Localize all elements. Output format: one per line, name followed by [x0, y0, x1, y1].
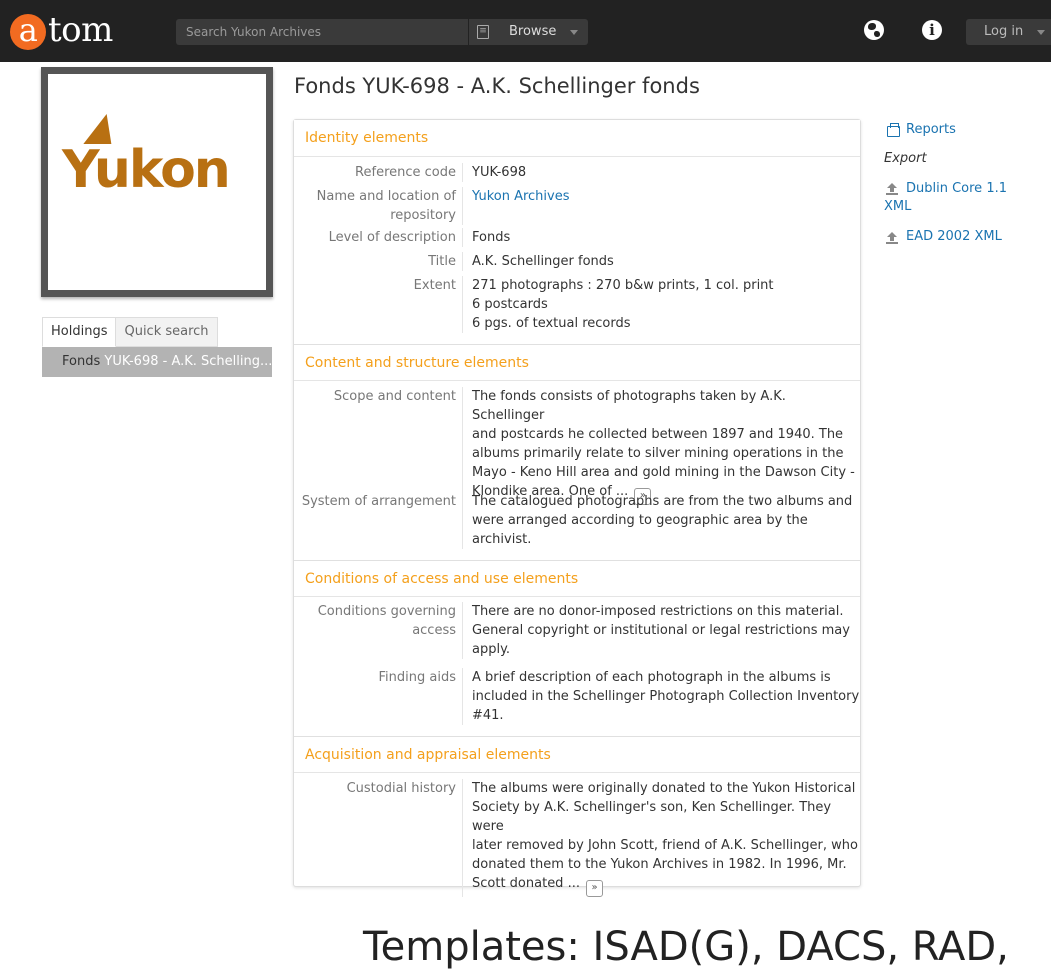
field-value: Yukon Archives: [462, 187, 570, 225]
export-heading: Export: [884, 151, 927, 166]
browse-label: Browse: [509, 24, 557, 39]
custodial-line: The albums were originally donated to th…: [472, 781, 856, 796]
access-line: There are no donor-imposed restrictions …: [472, 604, 844, 619]
custodial-line-last: Scott donated ... »: [472, 874, 860, 897]
atom-logo-text: tom: [48, 10, 113, 50]
custodial-line: Scott donated ...: [472, 876, 580, 891]
export-dublin-core-link[interactable]: Dublin Core 1.1: [906, 180, 1007, 198]
scope-line: and postcards he collected between 1897 …: [472, 427, 844, 442]
dublin-core-label: Dublin Core 1.1: [906, 181, 1007, 196]
field-value: There are no donor-imposed restrictions …: [462, 602, 850, 659]
description-panel: Identity elements Reference code YUK-698…: [293, 119, 861, 897]
arrangement-line: were arranged according to geographic ar…: [472, 513, 808, 528]
repository-link[interactable]: Yukon Archives: [472, 189, 570, 204]
arrangement-line: archivist.: [472, 532, 532, 547]
field-label: Conditions governing access: [294, 602, 462, 640]
field-label: Name and location of repository: [294, 187, 462, 225]
atom-logo[interactable]: a tom: [10, 10, 113, 52]
yukon-logo-text: Yukon: [62, 140, 231, 200]
templates-caption: Templates: ISAD(G), DACS, RAD,: [363, 924, 1009, 970]
sidebar-tabs: Holdings Quick search: [42, 317, 218, 347]
finding-line: A brief description of each photograph i…: [472, 670, 831, 685]
atom-logo-letter: a: [10, 14, 46, 50]
browse-list-icon: ≡: [477, 25, 489, 39]
finding-line: #41.: [472, 708, 504, 723]
globe-icon[interactable]: [864, 20, 884, 40]
field-label: Scope and content: [333, 389, 456, 404]
field-label: Extent: [413, 278, 456, 293]
yukon-logo: Yukon: [62, 114, 231, 196]
yukon-logo-mountain-icon: [83, 114, 117, 144]
login-label: Log in: [984, 24, 1024, 39]
browse-button[interactable]: ≡ Browse: [468, 19, 588, 45]
field-label: Title: [428, 254, 456, 269]
upload-icon: [886, 183, 898, 195]
field-value: 271 photographs : 270 b&w prints, 1 col.…: [462, 276, 774, 333]
section-heading-acquisition[interactable]: Acquisition and appraisal elements: [294, 736, 860, 773]
finding-line: included in the Schellinger Photograph C…: [472, 689, 860, 704]
extent-line: 271 photographs : 270 b&w prints, 1 col.…: [472, 278, 774, 293]
repository-logo[interactable]: Yukon: [41, 67, 273, 297]
field-value: YUK-698: [462, 163, 526, 182]
export-dublin-core-link-cont[interactable]: XML: [884, 198, 911, 216]
field-value: A.K. Schellinger fonds: [462, 252, 614, 271]
field-label-line: Name and location of: [316, 189, 456, 204]
extent-line: 6 pgs. of textual records: [472, 316, 631, 331]
access-line: General copyright or institutional or le…: [472, 623, 850, 638]
printer-icon: [887, 123, 900, 137]
arrangement-line: The catalogued photographs are from the …: [472, 494, 853, 509]
access-line: apply.: [472, 642, 511, 657]
field-label-line: repository: [390, 208, 456, 223]
section-heading-identity[interactable]: Identity elements: [294, 120, 860, 157]
export-ead-link[interactable]: EAD 2002 XML: [906, 228, 1002, 246]
field-value: Fonds: [462, 228, 510, 247]
field-label: Reference code: [355, 165, 456, 180]
section-heading-access[interactable]: Conditions of access and use elements: [294, 560, 860, 597]
field-label-line: access: [412, 623, 456, 638]
holdings-item[interactable]: Fonds YUK-698 - A.K. Schelling...: [42, 347, 272, 377]
field-label: Custodial history: [346, 781, 456, 796]
dublin-core-label-xml: XML: [884, 199, 912, 214]
chevron-down-icon: [1037, 30, 1045, 35]
custodial-line: Society by A.K. Schellinger's son, Ken S…: [472, 800, 832, 834]
section-heading-content[interactable]: Content and structure elements: [294, 344, 860, 381]
tab-quick-search[interactable]: Quick search: [116, 317, 218, 347]
field-label: Finding aids: [378, 670, 456, 685]
field-value: A brief description of each photograph i…: [462, 668, 859, 725]
holding-level: Fonds: [62, 354, 101, 369]
field-value: The fonds consists of photographs taken …: [462, 387, 860, 505]
info-icon[interactable]: i: [922, 20, 942, 40]
chevron-down-icon: [570, 30, 578, 35]
scope-line: albums primarily relate to silver mining…: [472, 446, 844, 461]
custodial-line: later removed by John Scott, friend of A…: [472, 838, 858, 853]
field-label: Level of description: [328, 230, 456, 245]
scope-line: Mayo - Keno Hill area and gold mining in…: [472, 465, 855, 480]
field-label-line: Conditions governing: [317, 604, 456, 619]
page-title: Fonds YUK-698 - A.K. Schellinger fonds: [294, 74, 700, 98]
search-input[interactable]: [176, 19, 468, 45]
upload-icon: [886, 232, 898, 244]
read-more-button[interactable]: »: [586, 880, 604, 897]
field-label: System of arrangement: [301, 494, 456, 509]
search-box: [176, 19, 468, 45]
reports-link[interactable]: Reports: [906, 122, 956, 137]
login-button[interactable]: Log in: [966, 19, 1051, 45]
holding-title: YUK-698 - A.K. Schelling...: [104, 354, 272, 369]
top-navbar: atom ≡ Browse i Log in: [0, 0, 1051, 62]
extent-line: 6 postcards: [472, 297, 548, 312]
field-value: The albums were originally donated to th…: [462, 779, 860, 897]
custodial-line: donated them to the Yukon Archives in 19…: [472, 857, 847, 872]
field-value: The catalogued photographs are from the …: [462, 492, 852, 549]
ead-label: EAD 2002 XML: [906, 229, 1002, 244]
tab-holdings[interactable]: Holdings: [42, 317, 117, 347]
scope-line: The fonds consists of photographs taken …: [472, 389, 786, 423]
